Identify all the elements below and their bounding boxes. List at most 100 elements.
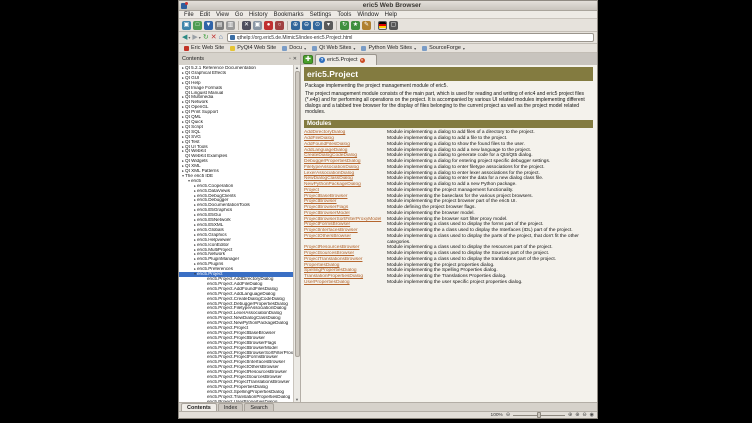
chevron-down-icon: ▾: [199, 33, 201, 43]
menu-edit[interactable]: Edit: [197, 11, 213, 19]
save-as-button[interactable]: ▼: [204, 21, 213, 30]
find-button[interactable]: ○: [275, 21, 284, 30]
url-input[interactable]: qthelp://org.eric5.de.MimicS/index-eric5…: [237, 35, 353, 41]
title-bar[interactable]: eric5 Web Browser: [179, 1, 597, 11]
module-description: Module implementing the user specific pr…: [387, 280, 593, 286]
menu-file[interactable]: File: [181, 11, 197, 19]
copy-button[interactable]: ▣: [253, 21, 262, 30]
bookmark-label: PyQt4 Web Site: [237, 45, 276, 51]
print-preview-button[interactable]: ▥: [226, 21, 235, 30]
intro-paragraph-2: The project management module consists o…: [305, 92, 592, 116]
sidebar: ▸Qt 5.2.1 Reference Documentation▸Qt Gra…: [179, 65, 301, 402]
bookmark-python-web-sites[interactable]: Python Web Sites▾: [361, 45, 416, 51]
fullscreen-button[interactable]: ▢: [389, 21, 398, 30]
sidebar-scrollbar[interactable]: ▲ ▼: [293, 65, 300, 402]
menu-bookmarks[interactable]: Bookmarks: [271, 11, 307, 19]
stop-button[interactable]: ✕: [211, 33, 217, 43]
eric-site-icon: [184, 46, 189, 51]
menu-settings[interactable]: Settings: [307, 11, 335, 19]
bookmark-label: SourceForge: [429, 45, 461, 51]
new-tab-button[interactable]: ✚: [303, 55, 313, 64]
status-bar: 100% ⊖ ⊕ ⊕ ⊖ ◉: [179, 411, 597, 418]
module-description: Module implementing a class used to disp…: [387, 234, 593, 246]
zoom-in-icon[interactable]: ⊕: [568, 412, 572, 419]
page-title: eric5.Project: [304, 67, 593, 81]
magnifier-plus-icon[interactable]: ⊕: [575, 412, 579, 419]
tab-label: eric5.Project: [327, 57, 358, 63]
zoom-out-button[interactable]: ⊖: [302, 21, 311, 30]
menu-help[interactable]: Help: [382, 11, 400, 19]
menu-view[interactable]: View: [213, 11, 232, 19]
modules-table: AddDirectoryDialogModule implementing a …: [304, 130, 593, 285]
tab-eric5-project[interactable]: ? eric5.Project ✕: [315, 54, 377, 65]
menu-tools[interactable]: Tools: [334, 11, 354, 19]
scroll-up-icon[interactable]: ▲: [295, 65, 299, 70]
zoom-level-label: 100%: [491, 413, 503, 418]
history-button[interactable]: ▾: [324, 21, 333, 30]
new-window-button[interactable]: □: [193, 21, 202, 30]
main-toolbar: ▣□▼▤▥✕▣●○⊕⊖⊙▾↻★✎▢: [179, 19, 597, 32]
dock-float-button[interactable]: ▫: [289, 56, 291, 62]
close-button[interactable]: ✕: [242, 21, 251, 30]
folder-icon: [422, 46, 427, 51]
navigation-bar: ◀▾▶▾↻✕⌂ qthelp://org.eric5.de.MimicS/ind…: [179, 32, 597, 44]
home-button[interactable]: ⌂: [219, 33, 223, 43]
dock-close-button[interactable]: ✕: [293, 56, 297, 62]
privacy-icon[interactable]: ◉: [590, 412, 594, 419]
print-button[interactable]: ▤: [215, 21, 224, 30]
zoom-reset-button[interactable]: ⊙: [313, 21, 322, 30]
chevron-down-icon: ▾: [304, 46, 306, 51]
content-area: eric5.Project Package implementing the p…: [301, 65, 597, 402]
bookmark-eric-web-site[interactable]: Eric Web Site: [184, 45, 224, 51]
chevron-down-icon: ▾: [188, 33, 190, 43]
bookmarks-bar: Eric Web Site PyQt4 Web Site Docu▾ Qt Web S…: [179, 44, 597, 53]
edit-button[interactable]: ✎: [362, 21, 371, 30]
dock-title: Contents: [182, 56, 289, 62]
dock-tab-search[interactable]: Search: [244, 403, 273, 411]
main-area: ▸Qt 5.2.1 Reference Documentation▸Qt Gra…: [179, 65, 597, 402]
zoom-slider-handle[interactable]: [537, 412, 541, 418]
app-icon: [181, 3, 187, 9]
toolbar-separator: [336, 21, 337, 30]
bookmark-pyqt4-web-site[interactable]: PyQt4 Web Site: [230, 45, 276, 51]
sync-toc-button[interactable]: ↻: [340, 21, 349, 30]
dock-tab-index[interactable]: Index: [218, 403, 243, 411]
chevron-down-icon: ▾: [414, 46, 416, 51]
nav-buttons: ◀▾▶▾↻✕⌂: [182, 33, 223, 43]
bookmark-docu[interactable]: Docu▾: [282, 45, 306, 51]
module-link[interactable]: ProjectOthersBrowser: [304, 234, 384, 246]
toolbar-separator: [287, 21, 288, 30]
desktop: eric5 Web Browser FileEditViewGoHistoryB…: [0, 0, 752, 423]
zoom-out-icon[interactable]: ⊖: [506, 412, 510, 419]
folder-icon: [282, 46, 287, 51]
menu-go[interactable]: Go: [232, 11, 246, 19]
contents-tree: ▸Qt 5.2.1 Reference Documentation▸Qt Gra…: [179, 65, 293, 402]
chevron-down-icon: ▾: [353, 46, 355, 51]
bookmark-sourceforge[interactable]: SourceForge▾: [422, 45, 465, 51]
url-bar[interactable]: qthelp://org.eric5.de.MimicS/index-eric5…: [227, 33, 594, 42]
module-link[interactable]: UserPropertiesDialog: [304, 280, 384, 286]
chevron-down-icon: ▾: [463, 46, 465, 51]
tab-close-icon[interactable]: ✕: [360, 58, 365, 63]
toolbar-separator: [374, 21, 375, 30]
browser-window: eric5 Web Browser FileEditViewGoHistoryB…: [178, 0, 598, 419]
menu-history[interactable]: History: [246, 11, 271, 19]
new-tab-button[interactable]: ▣: [182, 21, 191, 30]
bookmark-qt-web-sites[interactable]: Qt Web Sites▾: [312, 45, 355, 51]
folder-icon: [361, 46, 366, 51]
scrollbar-thumb[interactable]: [295, 71, 300, 357]
stop-loading-button[interactable]: ●: [264, 21, 273, 30]
zoom-in-button[interactable]: ⊕: [291, 21, 300, 30]
dock-tab-contents[interactable]: Contents: [181, 403, 217, 411]
forward-button[interactable]: ▶▾: [192, 33, 200, 43]
add-bookmark-button[interactable]: ★: [351, 21, 360, 30]
tab-bar: ✚ ? eric5.Project ✕: [301, 53, 597, 65]
magnifier-minus-icon[interactable]: ⊖: [582, 412, 586, 419]
language-german-flag[interactable]: [378, 21, 387, 30]
window-title: eric5 Web Browser: [187, 1, 597, 11]
menu-window[interactable]: Window: [354, 11, 381, 19]
zoom-slider[interactable]: [513, 415, 565, 416]
back-button[interactable]: ◀▾: [182, 33, 190, 43]
reload-button[interactable]: ↻: [203, 33, 209, 43]
toolbar-separator: [238, 21, 239, 30]
